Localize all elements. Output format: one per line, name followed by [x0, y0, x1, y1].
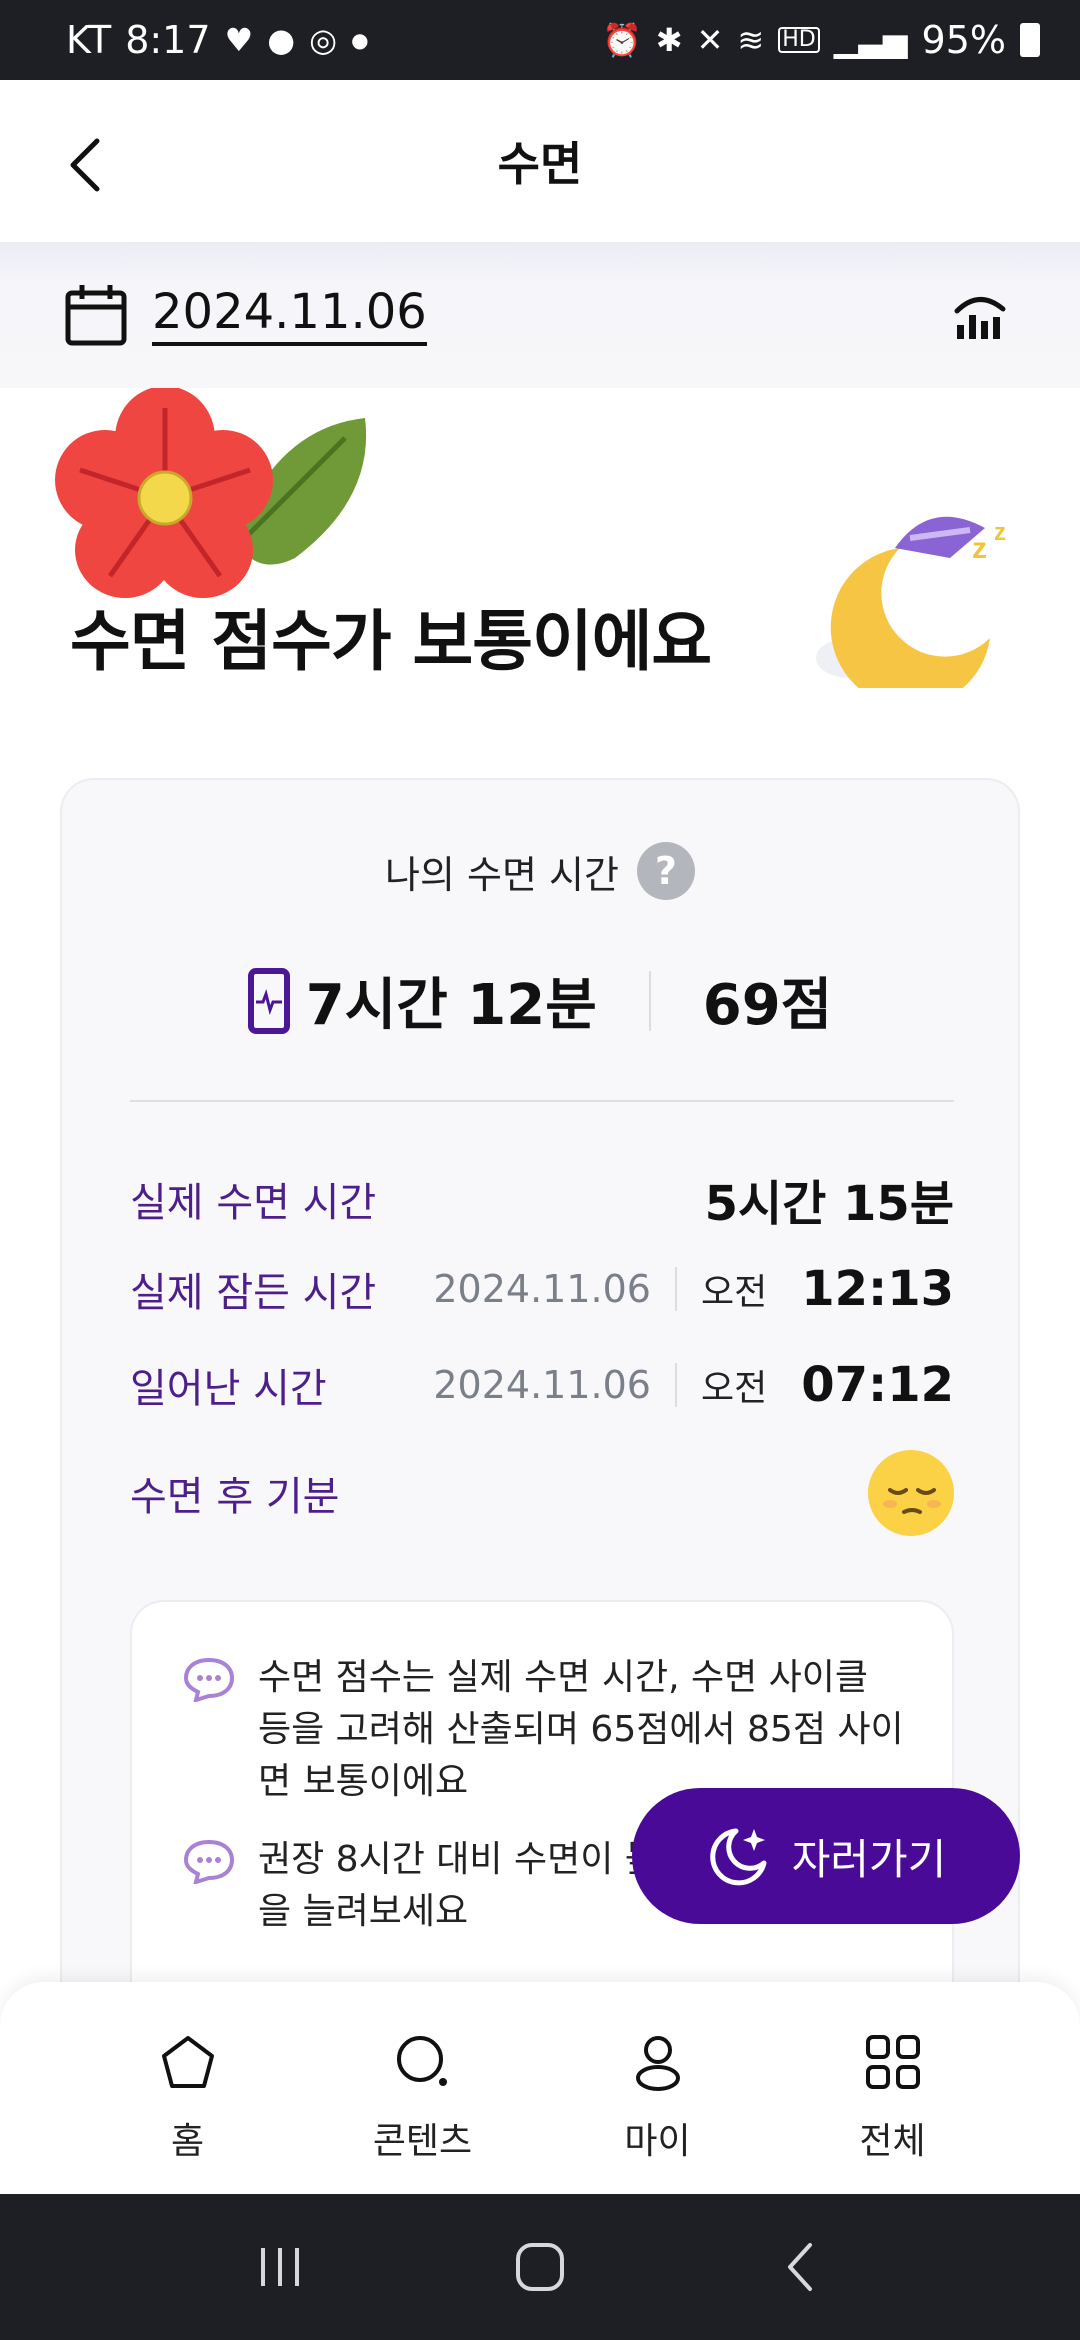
date-bar: 2024.11.06 — [0, 242, 1080, 388]
moon-sparkle-icon — [709, 1828, 767, 1886]
page-title: 수면 — [497, 137, 583, 191]
carrier-label: KT — [66, 18, 112, 62]
detail-date: 2024.11.06 — [433, 1363, 651, 1407]
calendar-icon[interactable] — [64, 283, 128, 347]
help-icon[interactable]: ? — [636, 842, 695, 900]
detail-label: 실제 잠든 시간 — [130, 1270, 377, 1316]
chevron-left-icon — [788, 2243, 812, 2291]
detail-label: 일어난 시간 — [130, 1366, 327, 1412]
nav-label: 홈 — [170, 2121, 205, 2162]
hd-icon: HD — [778, 27, 820, 53]
nav-item-home[interactable]: 홈 — [98, 2032, 278, 2194]
sleepy-face-icon[interactable] — [868, 1450, 954, 1536]
separator — [674, 1363, 677, 1407]
hero-section: 수면 점수가 보통이에요 z z — [0, 388, 1080, 768]
card-heading: 나의 수면 시간 ? — [62, 842, 1018, 900]
battery-icon — [1020, 23, 1040, 57]
info-item: 수면 점수는 실제 수면 시간, 수면 사이클 등을 고려해 산출되며 65점에… — [182, 1652, 912, 1808]
person-icon — [635, 2036, 680, 2091]
sleep-total-row: 7시간 12분 69점 — [62, 960, 1018, 1041]
total-sleep-time: 7시간 12분 — [305, 973, 597, 1038]
bluetooth-icon: ✱ — [655, 21, 683, 59]
clock: 8:17 — [125, 18, 211, 62]
nav-item-all[interactable]: 전체 — [803, 2032, 983, 2194]
detail-ampm: 오전 — [700, 1272, 768, 1313]
detail-value: 5시간 15분 — [704, 1176, 954, 1232]
chat-notification-icon: ● — [267, 21, 296, 59]
detail-value: 12:13 — [801, 1261, 954, 1317]
separator — [674, 1267, 677, 1311]
detail-row-fell-asleep: 실제 잠든 시간 2024.11.06 오전 12:13 — [130, 1260, 954, 1318]
flower-sticker-icon — [55, 388, 367, 598]
detail-row-actual-sleep: 실제 수면 시간 5시간 15분 — [130, 1164, 954, 1234]
wearable-device-icon — [247, 967, 290, 1034]
nav-item-my[interactable]: 마이 — [568, 2032, 748, 2194]
detail-label: 수면 후 기분 — [130, 1474, 340, 1520]
speech-bubble-icon — [183, 1839, 235, 1884]
svg-text:z: z — [994, 519, 1006, 546]
divider — [130, 1100, 954, 1102]
recent-apps-button[interactable] — [235, 2222, 325, 2312]
grid-icon — [865, 2035, 920, 2089]
sleeping-moon-icon: z z — [816, 516, 1006, 688]
heart-notification-icon: ♥ — [224, 21, 254, 59]
detail-value: 07:12 — [801, 1357, 954, 1413]
sleep-score: 69점 — [702, 973, 833, 1038]
chrome-notification-icon: ◎ — [309, 21, 338, 59]
alarm-icon: ⏰ — [601, 21, 642, 59]
speech-bubble-icon — [183, 1657, 235, 1702]
search-icon — [396, 2036, 447, 2086]
go-to-sleep-button[interactable]: 자러가기 — [632, 1788, 1020, 1924]
home-system-button[interactable] — [495, 2222, 585, 2312]
bar-chart-icon — [954, 297, 1006, 339]
detail-row-mood: 수면 후 기분 — [130, 1450, 954, 1536]
nav-label: 마이 — [624, 2121, 691, 2162]
detail-date: 2024.11.06 — [433, 1267, 651, 1311]
stats-button[interactable] — [946, 280, 1016, 350]
more-notifications-icon: ● — [351, 28, 369, 52]
status-bar: KT 8:17 ♥ ● ◎ ● ⏰ ✱ ✕ ≋ HD ▁▃▅ 95% — [0, 0, 1080, 80]
detail-ampm: 오전 — [700, 1368, 768, 1409]
home-icon — [161, 2036, 214, 2088]
signal-icon: ▁▃▅ — [833, 21, 908, 59]
hero-title: 수면 점수가 보통이에요 — [70, 603, 712, 680]
system-navigation-bar — [0, 2194, 1080, 2340]
info-text: 수면 점수는 실제 수면 시간, 수면 사이클 등을 고려해 산출되며 65점에… — [258, 1657, 904, 1802]
wifi-icon: ≋ — [737, 21, 765, 59]
mute-icon: ✕ — [696, 21, 724, 59]
home-square-icon — [516, 2243, 564, 2291]
back-button[interactable] — [50, 130, 120, 200]
system-back-button[interactable] — [755, 2222, 845, 2312]
svg-text:z: z — [972, 532, 987, 565]
date-selector[interactable]: 2024.11.06 — [152, 284, 427, 346]
battery-percent: 95% — [921, 18, 1006, 62]
app-header: 수면 — [0, 80, 1080, 242]
nav-label: 전체 — [859, 2121, 926, 2162]
chevron-left-icon — [70, 138, 100, 192]
detail-label: 실제 수면 시간 — [130, 1180, 377, 1226]
bottom-navigation: 홈 콘텐츠 마이 전체 — [0, 1982, 1080, 2194]
recent-apps-icon — [261, 2248, 299, 2286]
separator — [648, 970, 651, 1031]
card-heading-label: 나의 수면 시간 — [385, 852, 619, 897]
nav-item-contents[interactable]: 콘텐츠 — [333, 2032, 513, 2194]
go-to-sleep-label: 자러가기 — [791, 1834, 947, 1884]
nav-label: 콘텐츠 — [372, 2121, 473, 2162]
detail-row-woke-up: 일어난 시간 2024.11.06 오전 07:12 — [130, 1356, 954, 1414]
